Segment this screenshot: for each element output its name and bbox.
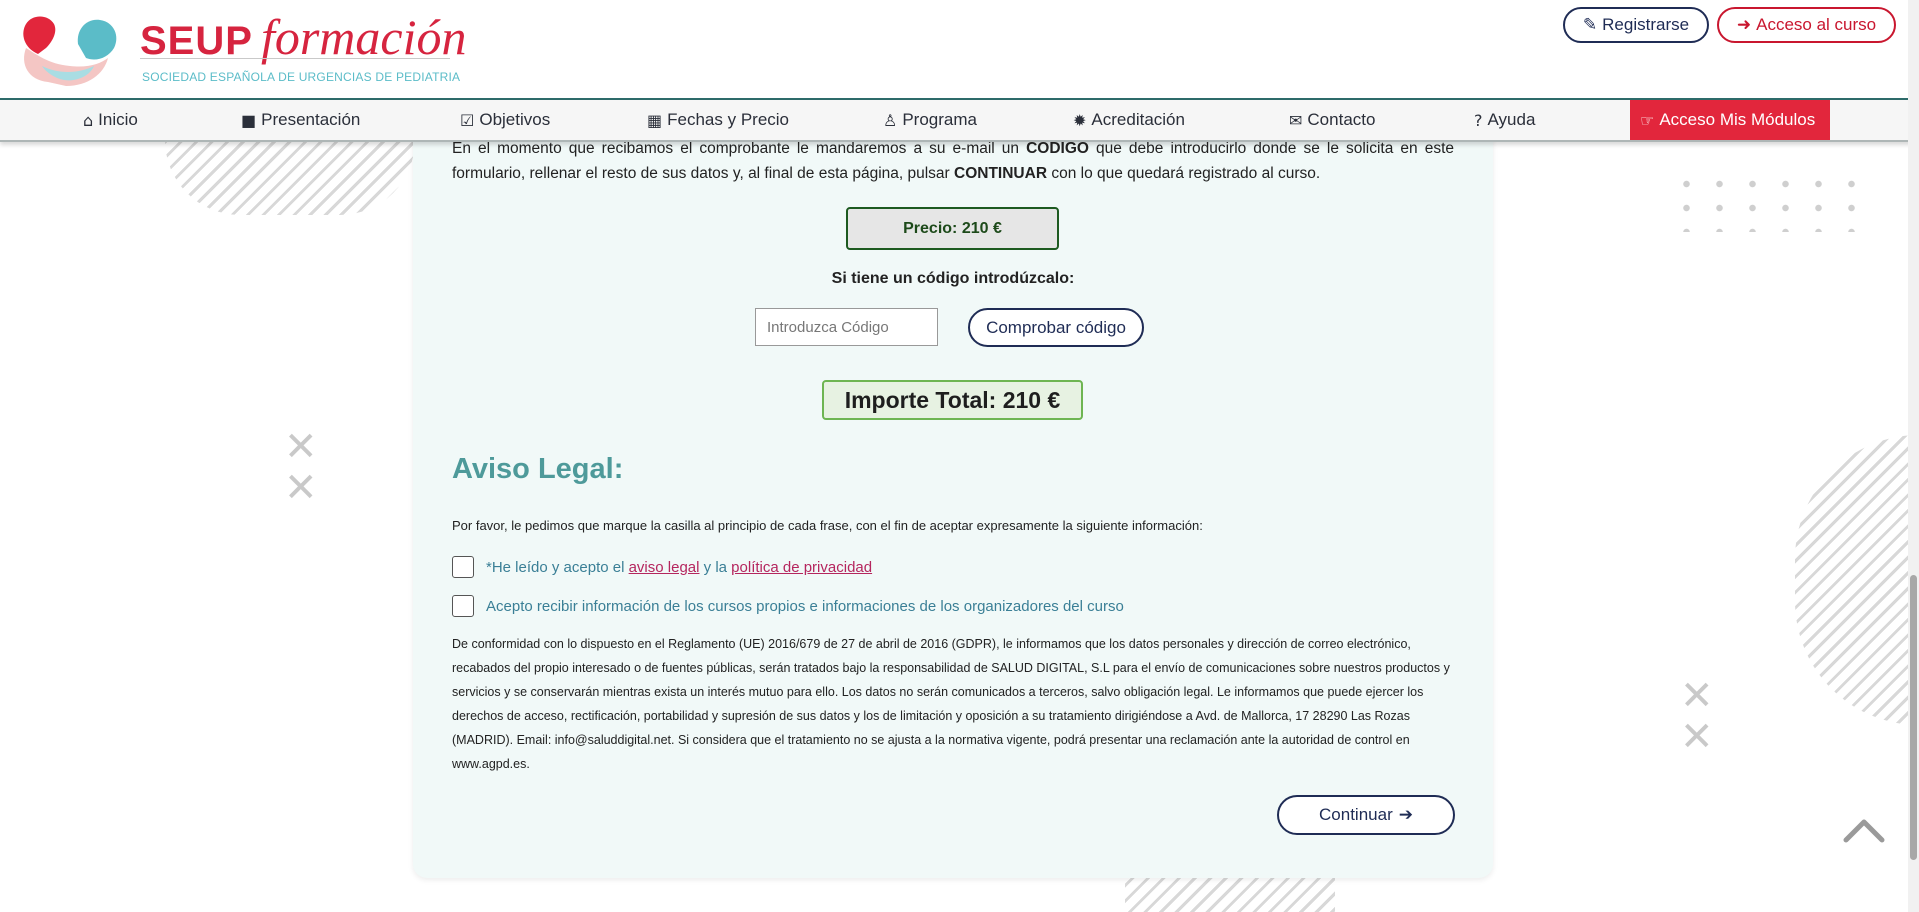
nav-item-label: Acceso Mis Módulos [1659,110,1816,129]
decorative-cross-icon: ✕ [1680,673,1714,719]
decorative-cross-icon: ✕ [284,424,318,470]
register-button[interactable]: ✎ Registrarse [1563,7,1709,43]
question-circle-icon: ? [1474,110,1483,130]
seup-logo-icon [23,16,117,86]
privacy-policy-link[interactable]: política de privacidad [731,559,872,576]
accept-legal-text: *He leído y acepto el aviso legal y la p… [486,559,872,576]
nav-item-label: Presentación [261,110,361,129]
continue-label: Continuar [1319,805,1393,824]
code-label: Si tiene un código introdúzcalo: [831,270,1075,287]
total-amount: Importe Total: 210 € [822,380,1083,420]
user-icon: ♙ [883,110,898,130]
nav-item-acceso-mis-modulos[interactable]: ☞ Acceso Mis Módulos [1630,100,1830,140]
nav-item-label: Programa [902,110,977,129]
legal-title: Aviso Legal: [452,453,624,485]
gdpr-text: De conformidad con lo dispuesto en el Re… [452,637,1450,771]
accept-legal-prefix: *He leído y acepto el [486,558,629,576]
scroll-to-top-icon[interactable] [1842,810,1886,850]
code-input[interactable] [755,308,938,346]
check-code-button[interactable]: Comprobar código [968,308,1144,347]
pointer-icon: ☞ [1640,110,1655,130]
nav-item-inicio[interactable]: ⌂ Inicio [83,100,138,140]
intro-text: En el momento que recibamos el comproban… [452,136,1454,186]
background-stripes [1795,435,1919,725]
video-icon: ■ [241,110,257,130]
nav-item-ayuda[interactable]: ? Ayuda [1474,100,1535,140]
marketing-consent-text: Acepto recibir información de los cursos… [486,597,1124,615]
main-nav: ⌂ Inicio ■ Presentación ☑ Objetivos ▦ Fe… [0,100,1919,142]
nav-item-fechas-precio[interactable]: ▦ Fechas y Precio [647,100,789,140]
continue-button[interactable]: Continuar ➔ [1277,795,1455,835]
nav-item-presentacion[interactable]: ■ Presentación [241,100,360,140]
scrollbar-thumb[interactable] [1910,575,1917,860]
decorative-cross-icon: ✕ [1680,714,1714,760]
nav-item-label: Contacto [1307,110,1376,129]
marketing-consent-checkbox[interactable] [452,595,474,617]
nav-item-label: Objetivos [479,110,551,129]
intro-part: con lo que quedará registrado al curso. [1047,165,1321,182]
background-dots [1670,172,1880,232]
page-scrollbar[interactable] [1908,0,1919,912]
nav-item-acreditacion[interactable]: ✹ Acreditación [1073,100,1185,140]
legal-accept-row: *He leído y acepto el aviso legal y la p… [452,556,872,578]
logo-divider [140,58,450,59]
certificate-icon: ✹ [1073,110,1087,130]
nav-item-label: Inicio [98,110,138,129]
arrow-circle-right-icon: ➔ [1398,805,1413,824]
nav-item-programa[interactable]: ♙ Programa [883,100,977,140]
intro-code-keyword: CODIGO [1026,140,1089,157]
accept-legal-checkbox[interactable] [452,556,474,578]
course-access-label: Acceso al curso [1756,15,1877,34]
pencil-icon: ✎ [1582,15,1598,34]
calendar-icon: ▦ [647,110,663,130]
register-label: Registrarse [1602,15,1690,34]
site-header: SEUP formación SOCIEDAD ESPAÑOLA DE URGE… [0,0,1919,100]
home-icon: ⌂ [83,110,94,130]
legal-notice-link[interactable]: aviso legal [629,559,700,576]
envelope-icon: ✉ [1289,110,1303,130]
check-square-icon: ☑ [460,110,475,130]
nav-item-contacto[interactable]: ✉ Contacto [1289,100,1375,140]
marketing-consent-row: Acepto recibir información de los cursos… [452,595,1124,617]
sign-in-icon: ➜ [1736,15,1752,34]
legal-intro: Por favor, le pedimos que marque la casi… [452,518,1203,533]
price-box: Precio: 210 € [846,207,1059,250]
decorative-cross-icon: ✕ [284,465,318,511]
nav-item-label: Ayuda [1487,110,1536,129]
nav-item-objetivos[interactable]: ☑ Objetivos [460,100,550,140]
intro-part: En el momento que recibamos el comproban… [452,140,1027,157]
accept-legal-mid: y la [699,558,732,576]
course-access-button[interactable]: ➜ Acceso al curso [1717,7,1896,43]
background-stripes [165,140,415,215]
nav-item-label: Acreditación [1091,110,1185,129]
intro-continue-keyword: CONTINUAR [954,165,1048,182]
nav-item-label: Fechas y Precio [667,110,790,129]
logo-subtitle: SOCIEDAD ESPAÑOLA DE URGENCIAS DE PEDIAT… [142,70,461,84]
